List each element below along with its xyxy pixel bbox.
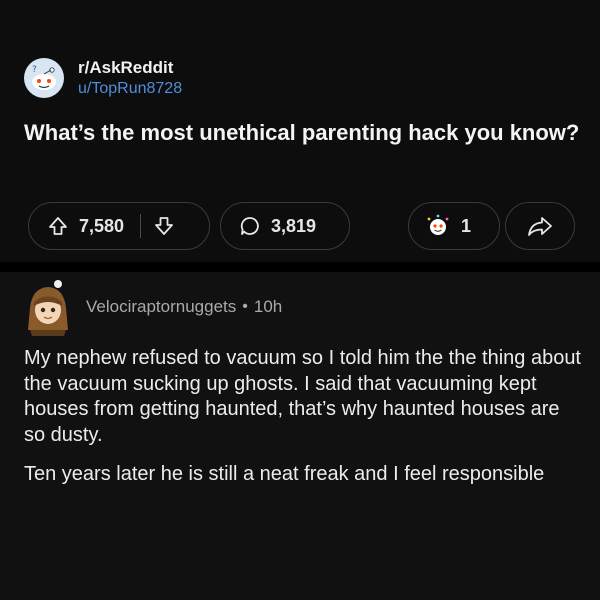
comment-paragraph: Ten years later he is still a neat freak… <box>24 463 545 486</box>
comments-button[interactable]: 3,819 <box>220 202 350 250</box>
vote-divider <box>140 214 142 238</box>
subreddit-name[interactable]: r/AskReddit <box>78 58 182 78</box>
meta-separator: • <box>242 298 248 315</box>
post-header: ? r/AskReddit u/TopRun8728 <box>24 58 182 98</box>
comment-author[interactable]: Velociraptornuggets <box>86 297 236 317</box>
comment-header: Velociraptornuggets • 10h <box>24 278 282 336</box>
comment-bubble-icon <box>239 215 261 237</box>
post-title: What’s the most unethical parenting hack… <box>24 120 580 145</box>
post-author-link[interactable]: u/TopRun8728 <box>78 80 182 98</box>
upvote-arrow-icon[interactable] <box>47 215 69 237</box>
reddit-snoo-icon[interactable]: ? <box>24 58 64 98</box>
comment-body: My nephew refused to vacuum so I told hi… <box>24 346 584 502</box>
comment-paragraph: My nephew refused to vacuum so I told hi… <box>24 347 581 446</box>
downvote-arrow-icon[interactable] <box>153 215 175 237</box>
comment-count: 3,819 <box>271 215 317 236</box>
user-avatar-icon[interactable] <box>24 278 72 336</box>
award-button[interactable]: 1 <box>408 202 500 250</box>
upvote-count: 7,580 <box>79 215 125 236</box>
award-icon <box>425 213 451 239</box>
post-card: ? r/AskReddit u/TopRun8728 What’s the mo… <box>0 0 600 262</box>
award-count: 1 <box>461 215 472 236</box>
share-arrow-icon <box>526 214 554 238</box>
share-button[interactable] <box>505 202 575 250</box>
section-divider <box>0 262 600 272</box>
comment-timestamp: 10h <box>253 297 283 316</box>
vote-control: 7,580 <box>28 202 210 250</box>
svg-text:?: ? <box>32 65 37 75</box>
